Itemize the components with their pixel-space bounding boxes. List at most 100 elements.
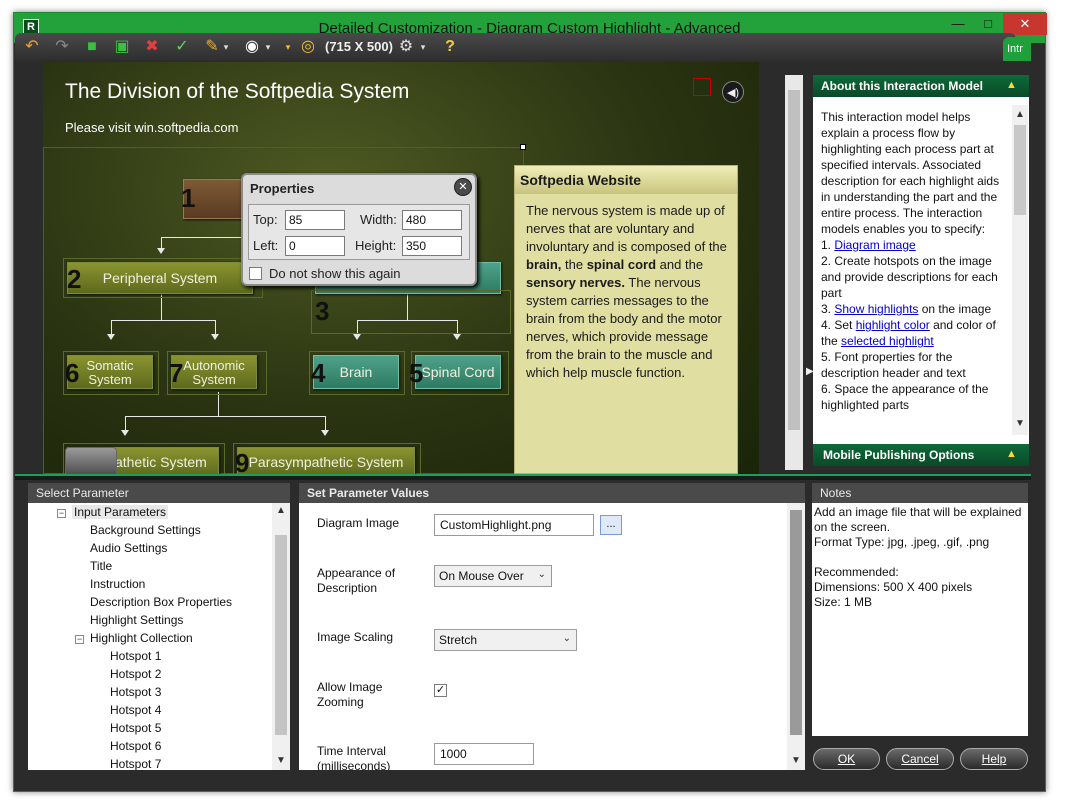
- undo-icon[interactable]: ↶: [21, 36, 43, 58]
- width-input[interactable]: 480: [402, 210, 462, 230]
- collapse-button[interactable]: [65, 447, 117, 474]
- tree-item[interactable]: Highlight Collection: [90, 631, 193, 645]
- node-autonomic-system[interactable]: Autonomic System: [171, 355, 257, 389]
- scroll-down-icon[interactable]: ▼: [276, 755, 286, 766]
- tree-item[interactable]: Instruction: [90, 577, 145, 591]
- hotspot-number-1: 1: [181, 183, 196, 213]
- node-spinal-cord[interactable]: Spinal Cord: [415, 355, 501, 389]
- tree-item[interactable]: Highlight Settings: [90, 613, 183, 627]
- tree-item[interactable]: Hotspot 1: [110, 649, 161, 663]
- hotspot-number-3: 3: [315, 296, 330, 326]
- scroll-up-icon[interactable]: ▲: [1015, 109, 1025, 120]
- settings-dropdown-icon[interactable]: ▾: [412, 36, 434, 58]
- form-scrollbar-thumb[interactable]: [790, 510, 802, 735]
- node-somatic-system[interactable]: Somatic System: [67, 355, 153, 389]
- tree-item[interactable]: Background Settings: [90, 523, 201, 537]
- about-header-label: About this Interaction Model: [821, 79, 983, 93]
- notes-line: Format Type: jpg, .jpeg, .gif, .png: [814, 535, 990, 549]
- panel-divider[interactable]: [15, 474, 1031, 480]
- ok-button[interactable]: OK: [813, 748, 880, 770]
- minimize-button[interactable]: —: [943, 13, 973, 35]
- scroll-up-icon[interactable]: ▲: [276, 505, 286, 516]
- properties-close-icon[interactable]: ✕: [454, 178, 472, 196]
- mobile-publishing-header[interactable]: Mobile Publishing Options ▲: [813, 444, 1029, 466]
- tree-scrollbar-thumb[interactable]: [275, 535, 287, 735]
- canvas-scrollbar-thumb[interactable]: [788, 90, 800, 430]
- collapse-up-icon[interactable]: ▲: [1006, 448, 1017, 460]
- toolbar: ↶ ↷ ■ ▣ ✖ ✓ ✎ ▾ ◉ ▾ ▾ ◎ (715 X 500) ⚙ ▾ …: [15, 33, 1016, 61]
- about-scrollbar-thumb[interactable]: [1014, 125, 1026, 215]
- size-dropdown-icon[interactable]: ▾: [277, 36, 299, 58]
- speaker-icon[interactable]: ◀): [722, 81, 744, 103]
- canvas-size-label: (715 X 500): [325, 39, 393, 54]
- do-not-show-checkbox[interactable]: [249, 267, 262, 280]
- about-item-4: 4. Set highlight color and color of the …: [821, 318, 996, 348]
- highlight-color-link[interactable]: highlight color: [856, 318, 930, 332]
- description-text: The nervous system is made up of nerves …: [526, 203, 727, 380]
- tree-toggle-icon[interactable]: −: [57, 509, 66, 518]
- appearance-select[interactable]: On Mouse Over ⌄: [434, 565, 552, 587]
- help-button[interactable]: Help: [960, 748, 1028, 770]
- node-peripheral-system[interactable]: Peripheral System: [67, 262, 253, 294]
- maximize-icon: □: [984, 16, 992, 31]
- about-header[interactable]: About this Interaction Model ▲: [813, 75, 1029, 97]
- tree-item[interactable]: Hotspot 2: [110, 667, 161, 681]
- time-interval-input[interactable]: 1000: [434, 743, 534, 765]
- node-brain[interactable]: Brain: [313, 355, 399, 389]
- cancel-button[interactable]: Cancel: [886, 748, 954, 770]
- chevron-down-icon: ⌄: [537, 569, 546, 580]
- tree-item[interactable]: Input Parameters: [72, 505, 169, 519]
- save-all-icon[interactable]: ▣: [111, 36, 133, 58]
- tree-item[interactable]: Hotspot 4: [110, 703, 161, 717]
- audio-hotspot-box[interactable]: [693, 78, 711, 96]
- arrow-marker: [107, 334, 115, 340]
- target-icon[interactable]: ◎: [297, 36, 319, 58]
- tree-item[interactable]: Hotspot 7: [110, 757, 161, 770]
- height-input[interactable]: 350: [402, 236, 462, 256]
- maximize-button[interactable]: □: [973, 13, 1003, 35]
- preview-dropdown-icon[interactable]: ▾: [257, 36, 279, 58]
- connector-line: [215, 320, 216, 334]
- help-icon[interactable]: ?: [439, 36, 461, 58]
- hotspot-number-5: 5: [409, 358, 424, 388]
- about-scrollbar[interactable]: ▲ ▼: [1012, 105, 1028, 435]
- tree-item[interactable]: Title: [90, 559, 112, 573]
- connector-line: [125, 416, 325, 417]
- delete-icon[interactable]: ✖: [141, 36, 163, 58]
- about-panel: About this Interaction Model ▲ This inte…: [813, 75, 1029, 465]
- hotspot-number-4: 4: [311, 358, 326, 388]
- top-input[interactable]: 85: [285, 210, 345, 230]
- show-highlights-link[interactable]: Show highlights: [834, 302, 918, 316]
- left-input[interactable]: 0: [285, 236, 345, 256]
- tree-item[interactable]: Hotspot 6: [110, 739, 161, 753]
- theme-dropdown-icon[interactable]: ▾: [215, 36, 237, 58]
- diagram-image-input[interactable]: CustomHighlight.png: [434, 514, 594, 536]
- collapse-up-icon[interactable]: ▲: [1006, 79, 1017, 91]
- close-button[interactable]: ✕: [1003, 13, 1047, 35]
- hotspot-number-6: 6: [65, 358, 80, 388]
- tree-item[interactable]: Description Box Properties: [90, 595, 232, 609]
- selected-highlight-link[interactable]: selected highlight: [841, 334, 934, 348]
- browse-button[interactable]: ...: [600, 515, 622, 535]
- description-box[interactable]: Softpedia Website The nervous system is …: [514, 165, 738, 474]
- allow-zoom-checkbox[interactable]: ✓: [434, 684, 447, 697]
- save-icon[interactable]: ■: [81, 36, 103, 58]
- redo-icon[interactable]: ↷: [51, 36, 73, 58]
- scroll-down-icon[interactable]: ▼: [791, 755, 801, 766]
- diagram-image-link[interactable]: Diagram image: [834, 238, 915, 252]
- tree-item[interactable]: Hotspot 3: [110, 685, 161, 699]
- node-parasympathetic-system[interactable]: Parasympathetic System: [237, 447, 415, 474]
- arrow-marker: [211, 334, 219, 340]
- spellcheck-icon[interactable]: ✓: [171, 36, 193, 58]
- intro-tab[interactable]: Intr: [1003, 37, 1031, 61]
- resize-handle-top-right[interactable]: [520, 144, 526, 150]
- image-scaling-select[interactable]: Stretch ⌄: [434, 629, 577, 651]
- tree-toggle-icon[interactable]: −: [75, 635, 84, 644]
- connector-line: [111, 320, 215, 321]
- tree-item[interactable]: Hotspot 5: [110, 721, 161, 735]
- minimize-icon: —: [951, 16, 965, 31]
- tree-item[interactable]: Audio Settings: [90, 541, 167, 555]
- diagram-subtitle: Please visit win.softpedia.com: [65, 120, 239, 135]
- scroll-down-icon[interactable]: ▼: [1015, 418, 1025, 429]
- time-interval-label: Time Interval (milliseconds): [317, 744, 391, 770]
